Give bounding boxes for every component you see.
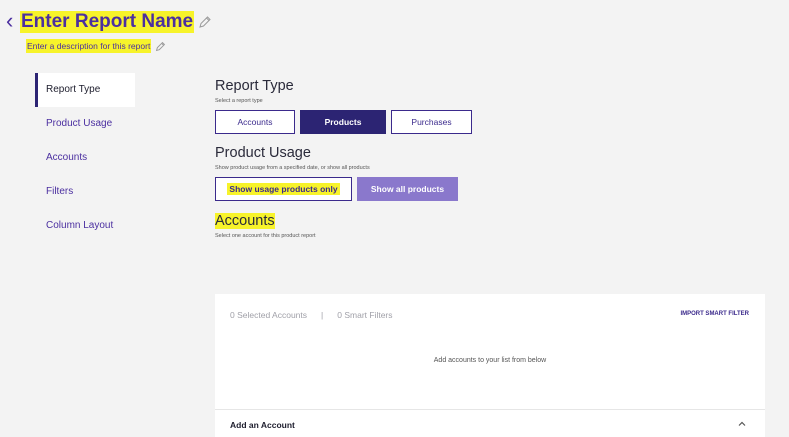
sidebar-item-report-type[interactable]: Report Type — [35, 73, 135, 107]
import-smart-filter-link[interactable]: IMPORT SMART FILTER — [680, 311, 749, 317]
report-type-options: Accounts Products Purchases — [215, 110, 765, 134]
sidebar-item-product-usage[interactable]: Product Usage — [35, 107, 135, 141]
back-chevron-icon[interactable]: ‹ — [6, 10, 20, 32]
sidebar-item-column-layout[interactable]: Column Layout — [35, 209, 135, 243]
pencil-icon[interactable] — [155, 41, 166, 52]
sidebar-item-accounts[interactable]: Accounts — [35, 141, 135, 175]
product-usage-options: Show usage products only Show all produc… — [215, 177, 765, 201]
product-usage-section: Product Usage Show product usage from a … — [215, 145, 765, 201]
selected-accounts-count: 0 Selected Accounts — [230, 310, 308, 320]
report-type-subtitle: Select a report type — [215, 98, 263, 104]
accounts-heading-text: Accounts — [215, 213, 275, 229]
show-all-products-button[interactable]: Show all products — [357, 177, 458, 201]
report-header: ‹ Enter Report Name Enter a description … — [6, 10, 212, 54]
accounts-panel: 0 Selected Accounts | 0 Smart Filters IM… — [215, 294, 765, 437]
product-usage-heading: Product Usage — [215, 145, 311, 161]
smart-filters-count: 0 Smart Filters — [337, 310, 393, 320]
add-account-bar[interactable]: Add an Account — [215, 409, 765, 437]
chevron-up-icon[interactable] — [737, 419, 747, 429]
accounts-empty-message: Add accounts to your list from below — [433, 357, 547, 364]
show-usage-products-only-label: Show usage products only — [227, 183, 340, 195]
report-type-purchases-button[interactable]: Purchases — [391, 110, 472, 134]
description-row: Enter a description for this report — [26, 38, 212, 54]
sidebar-item-filters[interactable]: Filters — [35, 175, 135, 209]
title-row: ‹ Enter Report Name — [6, 10, 212, 34]
show-usage-products-only-button[interactable]: Show usage products only — [215, 177, 352, 201]
add-account-label: Add an Account — [230, 420, 295, 430]
accounts-section: Accounts Select one account for this pro… — [215, 213, 765, 239]
report-name-title[interactable]: Enter Report Name — [20, 11, 195, 33]
report-type-products-button[interactable]: Products — [300, 110, 386, 134]
report-type-section: Report Type Select a report type Account… — [215, 78, 765, 134]
report-description[interactable]: Enter a description for this report — [26, 39, 152, 53]
pencil-icon[interactable] — [198, 15, 212, 29]
accounts-heading: Accounts — [215, 213, 765, 229]
product-usage-subtitle: Show product usage from a specified date… — [215, 165, 370, 171]
accounts-panel-summary: 0 Selected Accounts | 0 Smart Filters — [230, 310, 393, 320]
report-type-heading: Report Type — [215, 78, 294, 94]
report-builder-main: Report Type Select a report type Account… — [215, 78, 765, 437]
report-type-accounts-button[interactable]: Accounts — [215, 110, 295, 134]
report-sections-nav: Report Type Product Usage Accounts Filte… — [35, 73, 135, 243]
accounts-subtitle: Select one account for this product repo… — [215, 233, 316, 239]
summary-separator: | — [321, 310, 324, 320]
